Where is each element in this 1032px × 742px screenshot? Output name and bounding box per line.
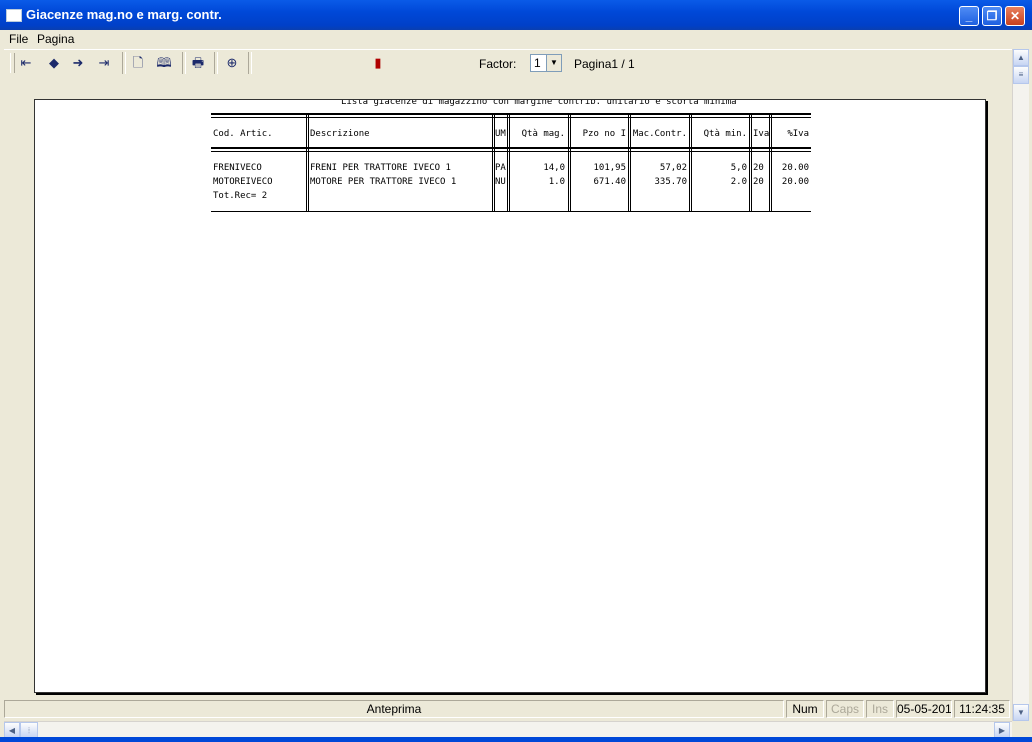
table-rule — [211, 117, 811, 118]
exit-door-icon[interactable]: ▮ — [368, 54, 388, 72]
status-main: Anteprima — [4, 700, 784, 718]
table-cell: 20 — [753, 163, 764, 173]
toolbar-separator — [214, 52, 218, 74]
two-pages-icon[interactable]: 🕮 — [154, 54, 174, 72]
column-divider — [691, 113, 692, 212]
table-cell: 57,02 — [659, 163, 687, 173]
column-divider — [306, 113, 307, 212]
status-ins: Ins — [866, 700, 894, 718]
status-date: 05-05-2016 — [896, 700, 952, 718]
vertical-scrollbar[interactable]: ▲ ≡ ▼ — [1012, 49, 1029, 721]
table-rule — [211, 151, 811, 152]
menu-file[interactable]: File — [9, 32, 28, 46]
scroll-thumb[interactable]: ≡ — [1013, 66, 1029, 84]
maximize-button[interactable]: ❐ — [982, 6, 1002, 26]
column-header: %Iva — [787, 129, 809, 139]
column-header: Qtà mag. — [521, 129, 565, 139]
table-cell: 101,95 — [593, 163, 626, 173]
column-header: Cod. Artic. — [213, 129, 273, 139]
column-divider — [769, 113, 770, 212]
column-header: Pzo no I — [582, 129, 626, 139]
menu-pagina[interactable]: Pagina — [37, 32, 74, 46]
status-time: 11:24:35 — [954, 700, 1010, 718]
status-caps: Caps — [826, 700, 864, 718]
table-cell: FRENIVECO — [213, 163, 262, 173]
column-divider — [507, 113, 508, 212]
report-page: Lista giacenze di magazzino con margine … — [34, 99, 986, 693]
table-cell: 20.00 — [781, 177, 809, 187]
table-cell: NU — [495, 177, 506, 187]
scroll-right-icon[interactable]: ▶ — [994, 722, 1010, 738]
next-page-icon[interactable]: ➜ — [68, 54, 88, 72]
factor-value: 1 — [534, 56, 541, 70]
table-cell: 5,0 — [730, 163, 747, 173]
scroll-up-icon[interactable]: ▲ — [1013, 49, 1029, 66]
factor-label: Factor: — [479, 57, 517, 71]
window-title: Giacenze mag.no e marg. contr. — [26, 7, 222, 22]
window-frame-bottom — [0, 737, 1032, 742]
toolbar-separator — [122, 52, 126, 74]
column-divider — [771, 113, 772, 212]
table-cell: 335.70 — [654, 177, 687, 187]
scroll-down-icon[interactable]: ▼ — [1013, 704, 1029, 721]
export-icon[interactable]: ⊕ — [222, 54, 242, 72]
last-page-icon[interactable]: ⇥ — [94, 54, 114, 72]
table-cell: FRENI PER TRATTORE IVECO 1 — [310, 163, 451, 173]
horizontal-scrollbar[interactable]: ◀ ⦙ ▶ — [4, 721, 1012, 738]
chevron-down-icon[interactable]: ▼ — [546, 55, 561, 71]
table-cell: MOTORE PER TRATTORE IVECO 1 — [310, 177, 457, 187]
print-preview-area[interactable]: Lista giacenze di magazzino con margine … — [4, 77, 1012, 697]
minimize-button[interactable]: _ — [959, 6, 979, 26]
toolbar: ⇤ ◆ ➜ ⇥ 🗋 🕮 🖶 ⊕ ▮ Factor: 1 ▼ Pagina1 / … — [4, 49, 1012, 78]
table-cell: PA — [495, 163, 506, 173]
column-header: UM — [495, 129, 506, 139]
table-cell: 20.00 — [781, 163, 809, 173]
application-window: Giacenze mag.no e marg. contr. _ ❐ ✕ Fil… — [0, 0, 1032, 742]
print-icon[interactable]: 🖶 — [188, 54, 208, 72]
first-page-icon[interactable]: ⇤ — [16, 54, 36, 72]
column-divider — [689, 113, 690, 212]
column-divider — [630, 113, 631, 212]
table-cell: MOTOREIVECO — [213, 177, 273, 187]
table-rule — [211, 113, 811, 115]
menu-bar: File Pagina — [0, 30, 1032, 49]
column-header: Qtà min. — [703, 129, 747, 139]
column-divider — [568, 113, 569, 212]
table-cell: 14,0 — [543, 163, 565, 173]
report-title: Lista giacenze di magazzino con margine … — [341, 99, 737, 107]
record-total: Tot.Rec= 2 — [213, 191, 268, 201]
status-bar: Anteprima Num Caps Ins 05-05-2016 11:24:… — [4, 698, 1012, 720]
column-divider — [509, 113, 510, 212]
column-divider — [570, 113, 571, 212]
toolbar-grip[interactable] — [10, 53, 15, 73]
column-divider — [308, 113, 309, 212]
table-cell: 671.40 — [593, 177, 626, 187]
table-rule — [211, 211, 811, 212]
window-icon — [6, 9, 22, 22]
table-rule — [211, 147, 811, 149]
column-divider — [492, 113, 493, 212]
factor-select[interactable]: 1 ▼ — [530, 54, 562, 72]
toolbar-separator — [248, 52, 252, 74]
table-cell: 2.0 — [730, 177, 747, 187]
table-cell: 20 — [753, 177, 764, 187]
column-divider — [628, 113, 629, 212]
status-num: Num — [786, 700, 824, 718]
column-divider — [751, 113, 752, 212]
toolbar-separator — [182, 52, 186, 74]
table-cell: 1.0 — [548, 177, 565, 187]
scroll-left-icon[interactable]: ◀ — [4, 722, 20, 738]
column-header: Iva — [753, 129, 770, 139]
column-header: Mac.Contr. — [632, 129, 687, 139]
column-header: Descrizione — [310, 129, 370, 139]
hscroll-thumb[interactable]: ⦙ — [20, 722, 38, 738]
title-bar[interactable]: Giacenze mag.no e marg. contr. _ ❐ ✕ — [0, 0, 1032, 30]
close-button[interactable]: ✕ — [1005, 6, 1025, 26]
single-page-icon[interactable]: 🗋 — [128, 54, 148, 72]
column-divider — [749, 113, 750, 212]
prev-page-icon[interactable]: ◆ — [44, 54, 64, 72]
page-indicator: Pagina1 / 1 — [574, 57, 635, 71]
